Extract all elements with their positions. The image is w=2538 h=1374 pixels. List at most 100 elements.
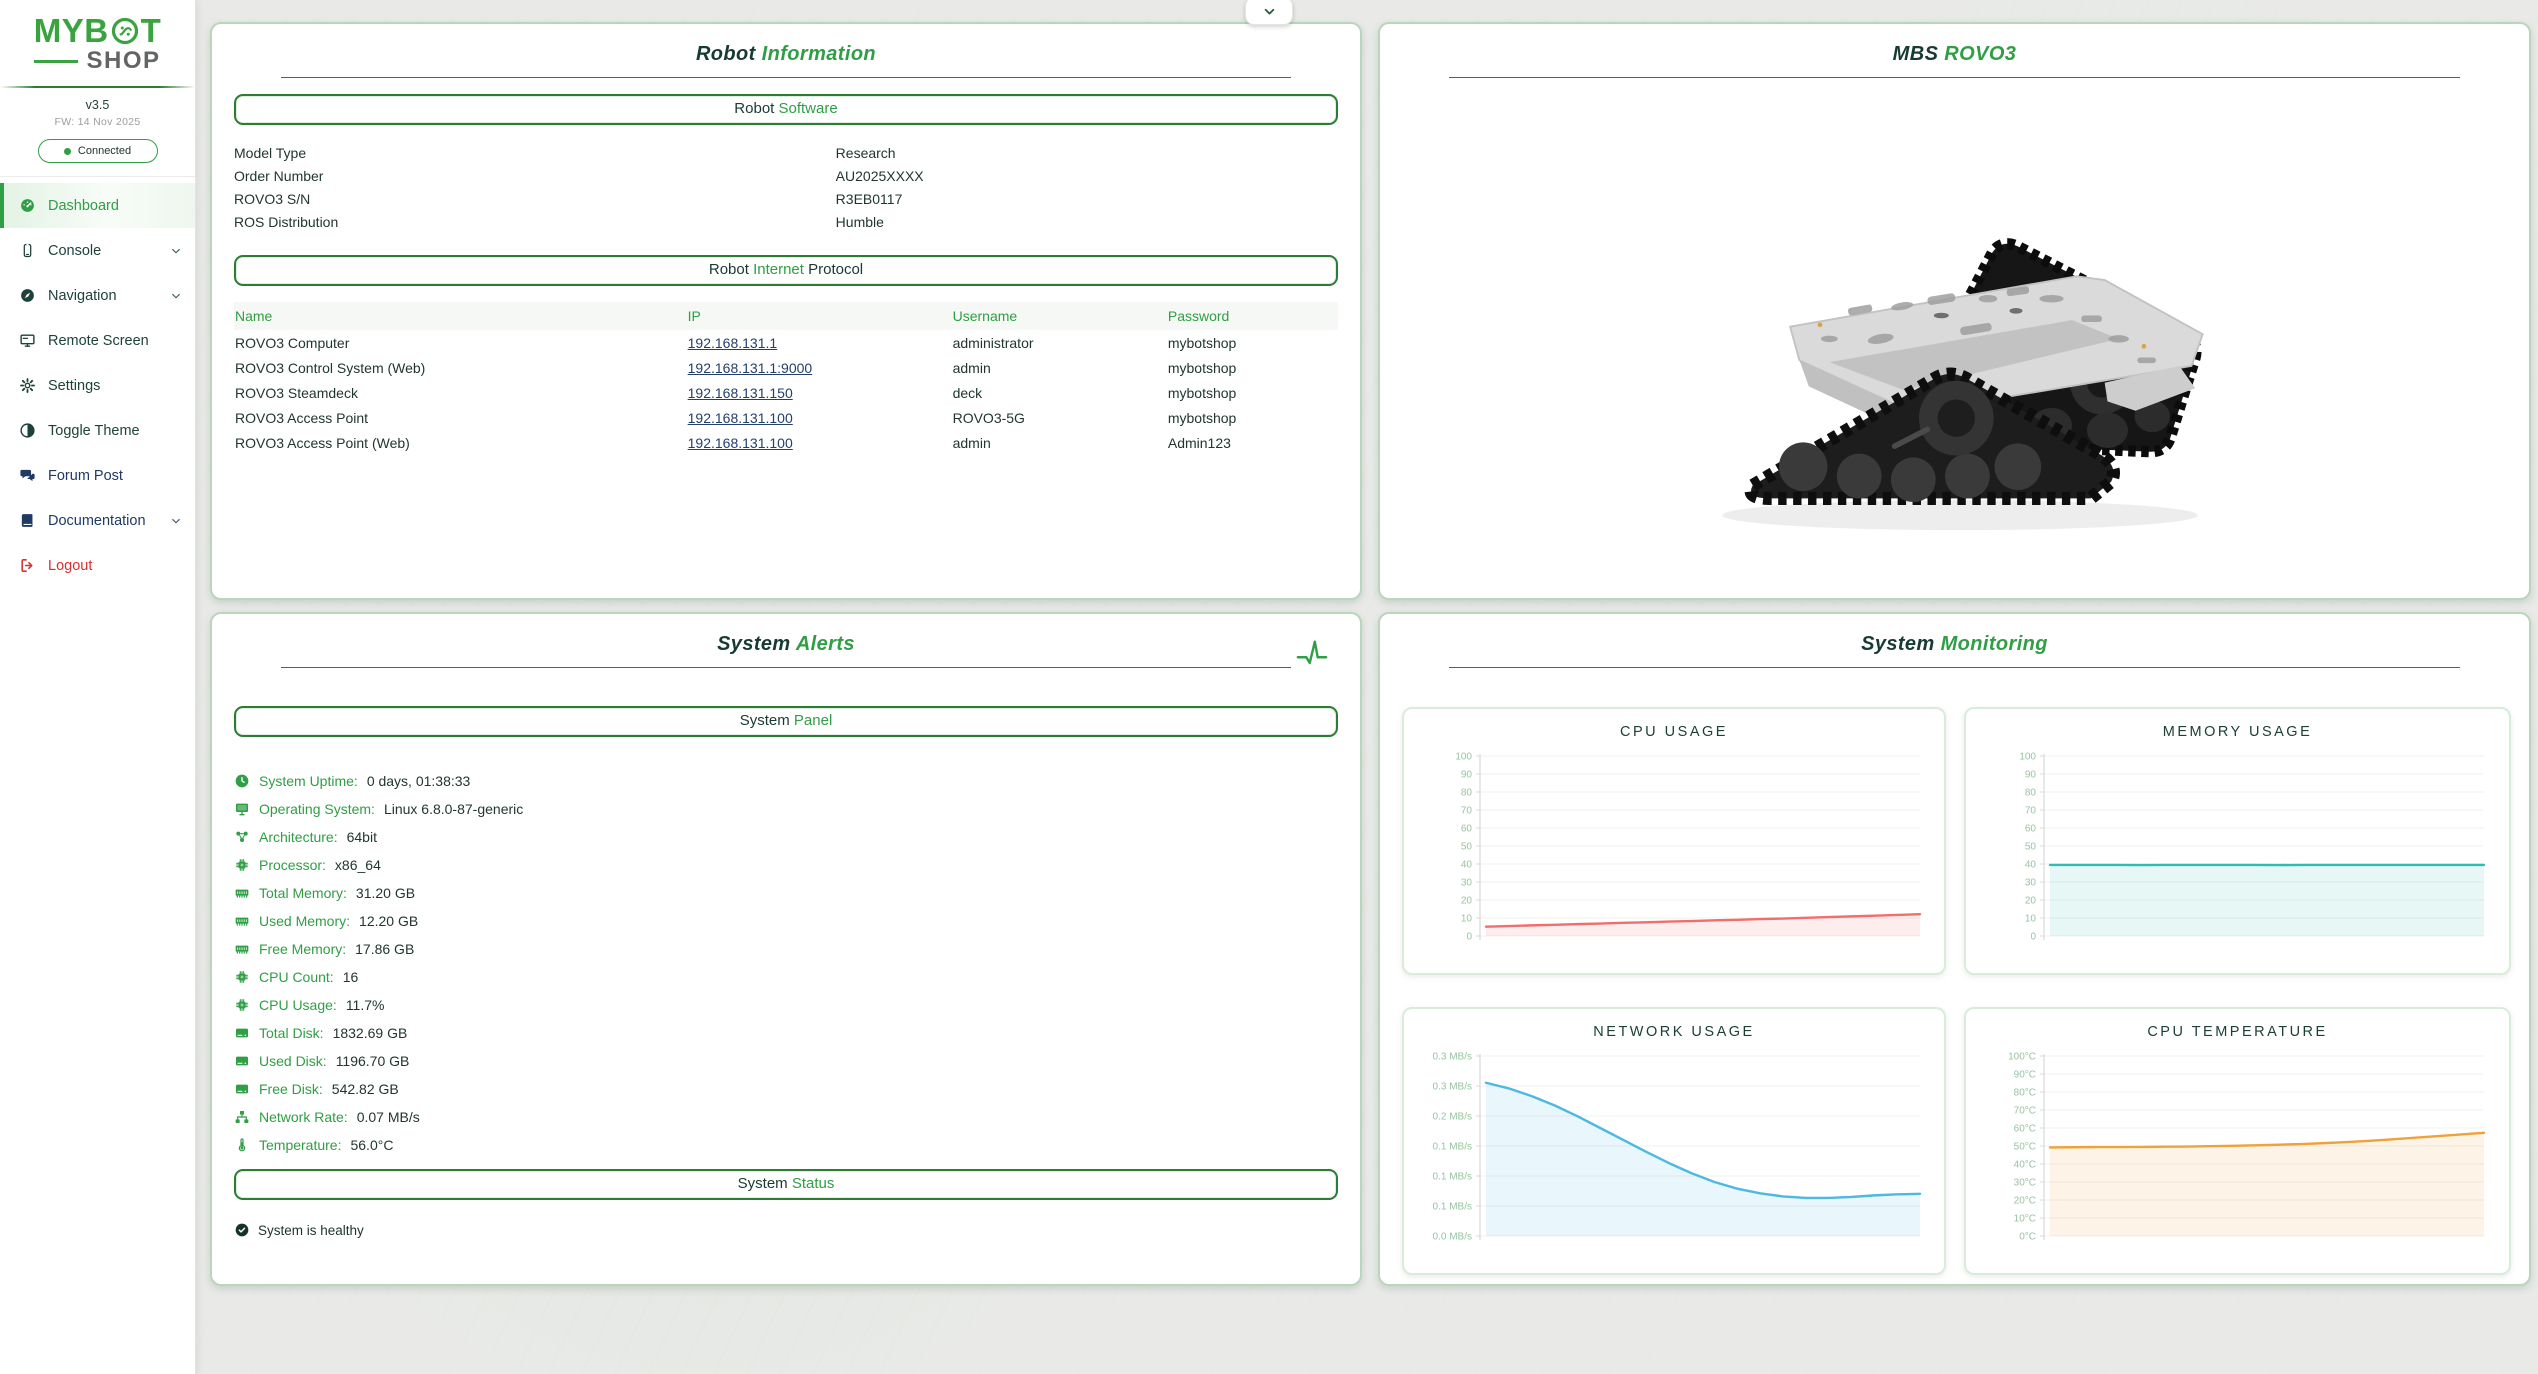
sidebar-item-label: Console <box>48 242 102 259</box>
sidebar-item-toggle-theme[interactable]: Toggle Theme <box>0 408 195 453</box>
sidebar-item-settings[interactable]: Settings <box>0 363 195 408</box>
svg-text:0.3 MB/s: 0.3 MB/s <box>1433 1052 1472 1063</box>
svg-text:100°C: 100°C <box>2008 1052 2036 1063</box>
theme-icon <box>19 422 36 439</box>
table-row: ROVO3 Steamdeck 192.168.131.150 deck mybots… <box>234 380 1338 405</box>
svg-text:100: 100 <box>1455 752 1472 763</box>
stat-value: 12.20 GB <box>359 913 419 929</box>
svg-text:70: 70 <box>1461 806 1473 817</box>
monitoring-grid: CPU USAGE 100 90 80 70 60 50 40 30 20 10 0 MEMORY … <box>1402 707 2511 1275</box>
forum-icon <box>19 467 36 484</box>
field-label: ROVO3 S/N <box>234 191 311 207</box>
sidebar-item-logout[interactable]: Logout <box>0 543 195 588</box>
svg-text:10°C: 10°C <box>2013 1214 2035 1225</box>
device-name: ROVO3 Computer <box>235 334 350 351</box>
logo: MYB T SHOP <box>0 0 195 75</box>
connected-label: Connected <box>77 145 132 157</box>
firmware-label: FW: 14 Nov 2025 <box>54 116 141 128</box>
robot-view-card: MBS ROVO3 <box>1378 22 2531 600</box>
device-name: ROVO3 Steamdeck <box>235 384 358 401</box>
password-value: mybotshop <box>1167 359 1237 376</box>
stat-row-cpu-usage: CPU Usage: 11.7% <box>234 991 1338 1019</box>
svg-text:80: 80 <box>2024 788 2036 799</box>
ip-link[interactable]: 192.168.131.100 <box>688 435 793 451</box>
svg-text:90: 90 <box>1461 770 1473 781</box>
sidebar-item-documentation[interactable]: Documentation <box>0 498 195 543</box>
system-monitoring-card: System Monitoring CPU USAGE 100 90 80 70 60 5… <box>1378 612 2531 1286</box>
sidebar-divider-green <box>0 86 195 88</box>
stat-label: Network Rate: <box>259 1109 348 1125</box>
stat-label: Temperature: <box>259 1137 342 1153</box>
stat-label: Total Disk: <box>259 1025 324 1041</box>
svg-text:0.2 MB/s: 0.2 MB/s <box>1433 1112 1472 1123</box>
info-field-row: ROVO3 S/N R3EB0117 <box>234 191 1338 214</box>
svg-text:10: 10 <box>1461 914 1473 925</box>
password-value: Admin123 <box>1167 434 1231 451</box>
stat-label: System Uptime: <box>259 773 358 789</box>
svg-text:100: 100 <box>2019 752 2036 763</box>
info-field-row: Model Type Research <box>234 145 1338 168</box>
svg-text:50: 50 <box>1461 842 1473 853</box>
title-underline <box>280 77 1292 78</box>
system-status-section-header: System Status <box>234 1169 1338 1200</box>
svg-text:0°C: 0°C <box>2019 1232 2036 1243</box>
navigation-icon <box>19 287 36 304</box>
sidebar-item-label: Remote Screen <box>48 332 149 349</box>
stat-label: CPU Usage: <box>259 997 337 1013</box>
stat-label: Used Disk: <box>259 1053 327 1069</box>
sidebar-item-label: Navigation <box>48 287 117 304</box>
logo-dash <box>34 59 79 63</box>
stat-value: x86_64 <box>334 857 381 873</box>
robot-software-section-header: Robot Software <box>234 94 1338 125</box>
robot-3d-image <box>1722 238 2204 531</box>
sidebar-item-label: Logout <box>48 557 93 574</box>
stat-value: 56.0°C <box>350 1137 394 1153</box>
svg-text:50°C: 50°C <box>2013 1142 2035 1153</box>
username-value: administrator <box>952 334 1034 351</box>
svg-text:0.3 MB/s: 0.3 MB/s <box>1433 1082 1472 1093</box>
cpu-usage-panel: CPU USAGE 100 90 80 70 60 50 40 30 20 10 0 <box>1402 707 1946 975</box>
sidebar-item-label: Dashboard <box>48 197 119 214</box>
thermometer-icon <box>234 1137 250 1153</box>
sidebar-item-forum-post[interactable]: Forum Post <box>0 453 195 498</box>
memory-icon <box>234 913 250 929</box>
sidebar-item-label: Settings <box>48 377 101 394</box>
svg-text:90°C: 90°C <box>2013 1070 2035 1081</box>
stat-row-temperature: Temperature: 56.0°C <box>234 1131 1338 1159</box>
sidebar-item-navigation[interactable]: Navigation <box>0 273 195 318</box>
sidebar-item-label: Forum Post <box>48 467 123 484</box>
sidebar-item-dashboard[interactable]: Dashboard <box>0 183 195 228</box>
stat-row-processor: Processor: x86_64 <box>234 851 1338 879</box>
disk-icon <box>234 1025 250 1041</box>
field-value: Humble <box>835 214 884 230</box>
sidebar-item-label: Documentation <box>48 512 146 529</box>
stat-row-system-uptime: System Uptime: 0 days, 01:38:33 <box>234 767 1338 795</box>
collapse-panel-button[interactable] <box>1245 0 1293 25</box>
device-name: ROVO3 Control System (Web) <box>235 359 426 376</box>
column-header-name: Name <box>234 302 687 330</box>
sidebar-item-remote-screen[interactable]: Remote Screen <box>0 318 195 363</box>
svg-text:80: 80 <box>1461 788 1473 799</box>
info-field-row: ROS Distribution Humble <box>234 214 1338 237</box>
table-row: ROVO3 Control System (Web) 192.168.131.1:… <box>234 355 1338 380</box>
username-value: ROVO3-5G <box>952 409 1025 426</box>
logout-icon <box>19 557 36 574</box>
svg-text:30°C: 30°C <box>2013 1178 2035 1189</box>
sidebar-item-console[interactable]: Console <box>0 228 195 273</box>
field-value: Research <box>835 145 896 161</box>
username-value: admin <box>952 359 991 376</box>
network-usage-chart: 0.3 MB/s 0.3 MB/s 0.2 MB/s 0.1 MB/s 0.1 MB/s… <box>1433 1052 1922 1243</box>
health-status-row: System is healthy <box>234 1222 1338 1238</box>
connected-status-badge: Connected <box>37 139 158 163</box>
password-value: mybotshop <box>1167 384 1237 401</box>
svg-text:20°C: 20°C <box>2013 1196 2035 1207</box>
svg-text:0: 0 <box>2030 932 2036 943</box>
ip-link[interactable]: 192.168.131.1:9000 <box>688 360 813 376</box>
ip-link[interactable]: 192.168.131.100 <box>688 410 793 426</box>
ip-link[interactable]: 192.168.131.1 <box>688 335 778 351</box>
ip-link[interactable]: 192.168.131.150 <box>688 385 793 401</box>
main-content: Robot Information Robot Software Model T… <box>195 0 2538 1374</box>
system-stats-list: System Uptime: 0 days, 01:38:33 Operating … <box>234 767 1338 1159</box>
stat-row-total-disk: Total Disk: 1832.69 GB <box>234 1019 1338 1047</box>
stat-value: 17.86 GB <box>355 941 415 957</box>
